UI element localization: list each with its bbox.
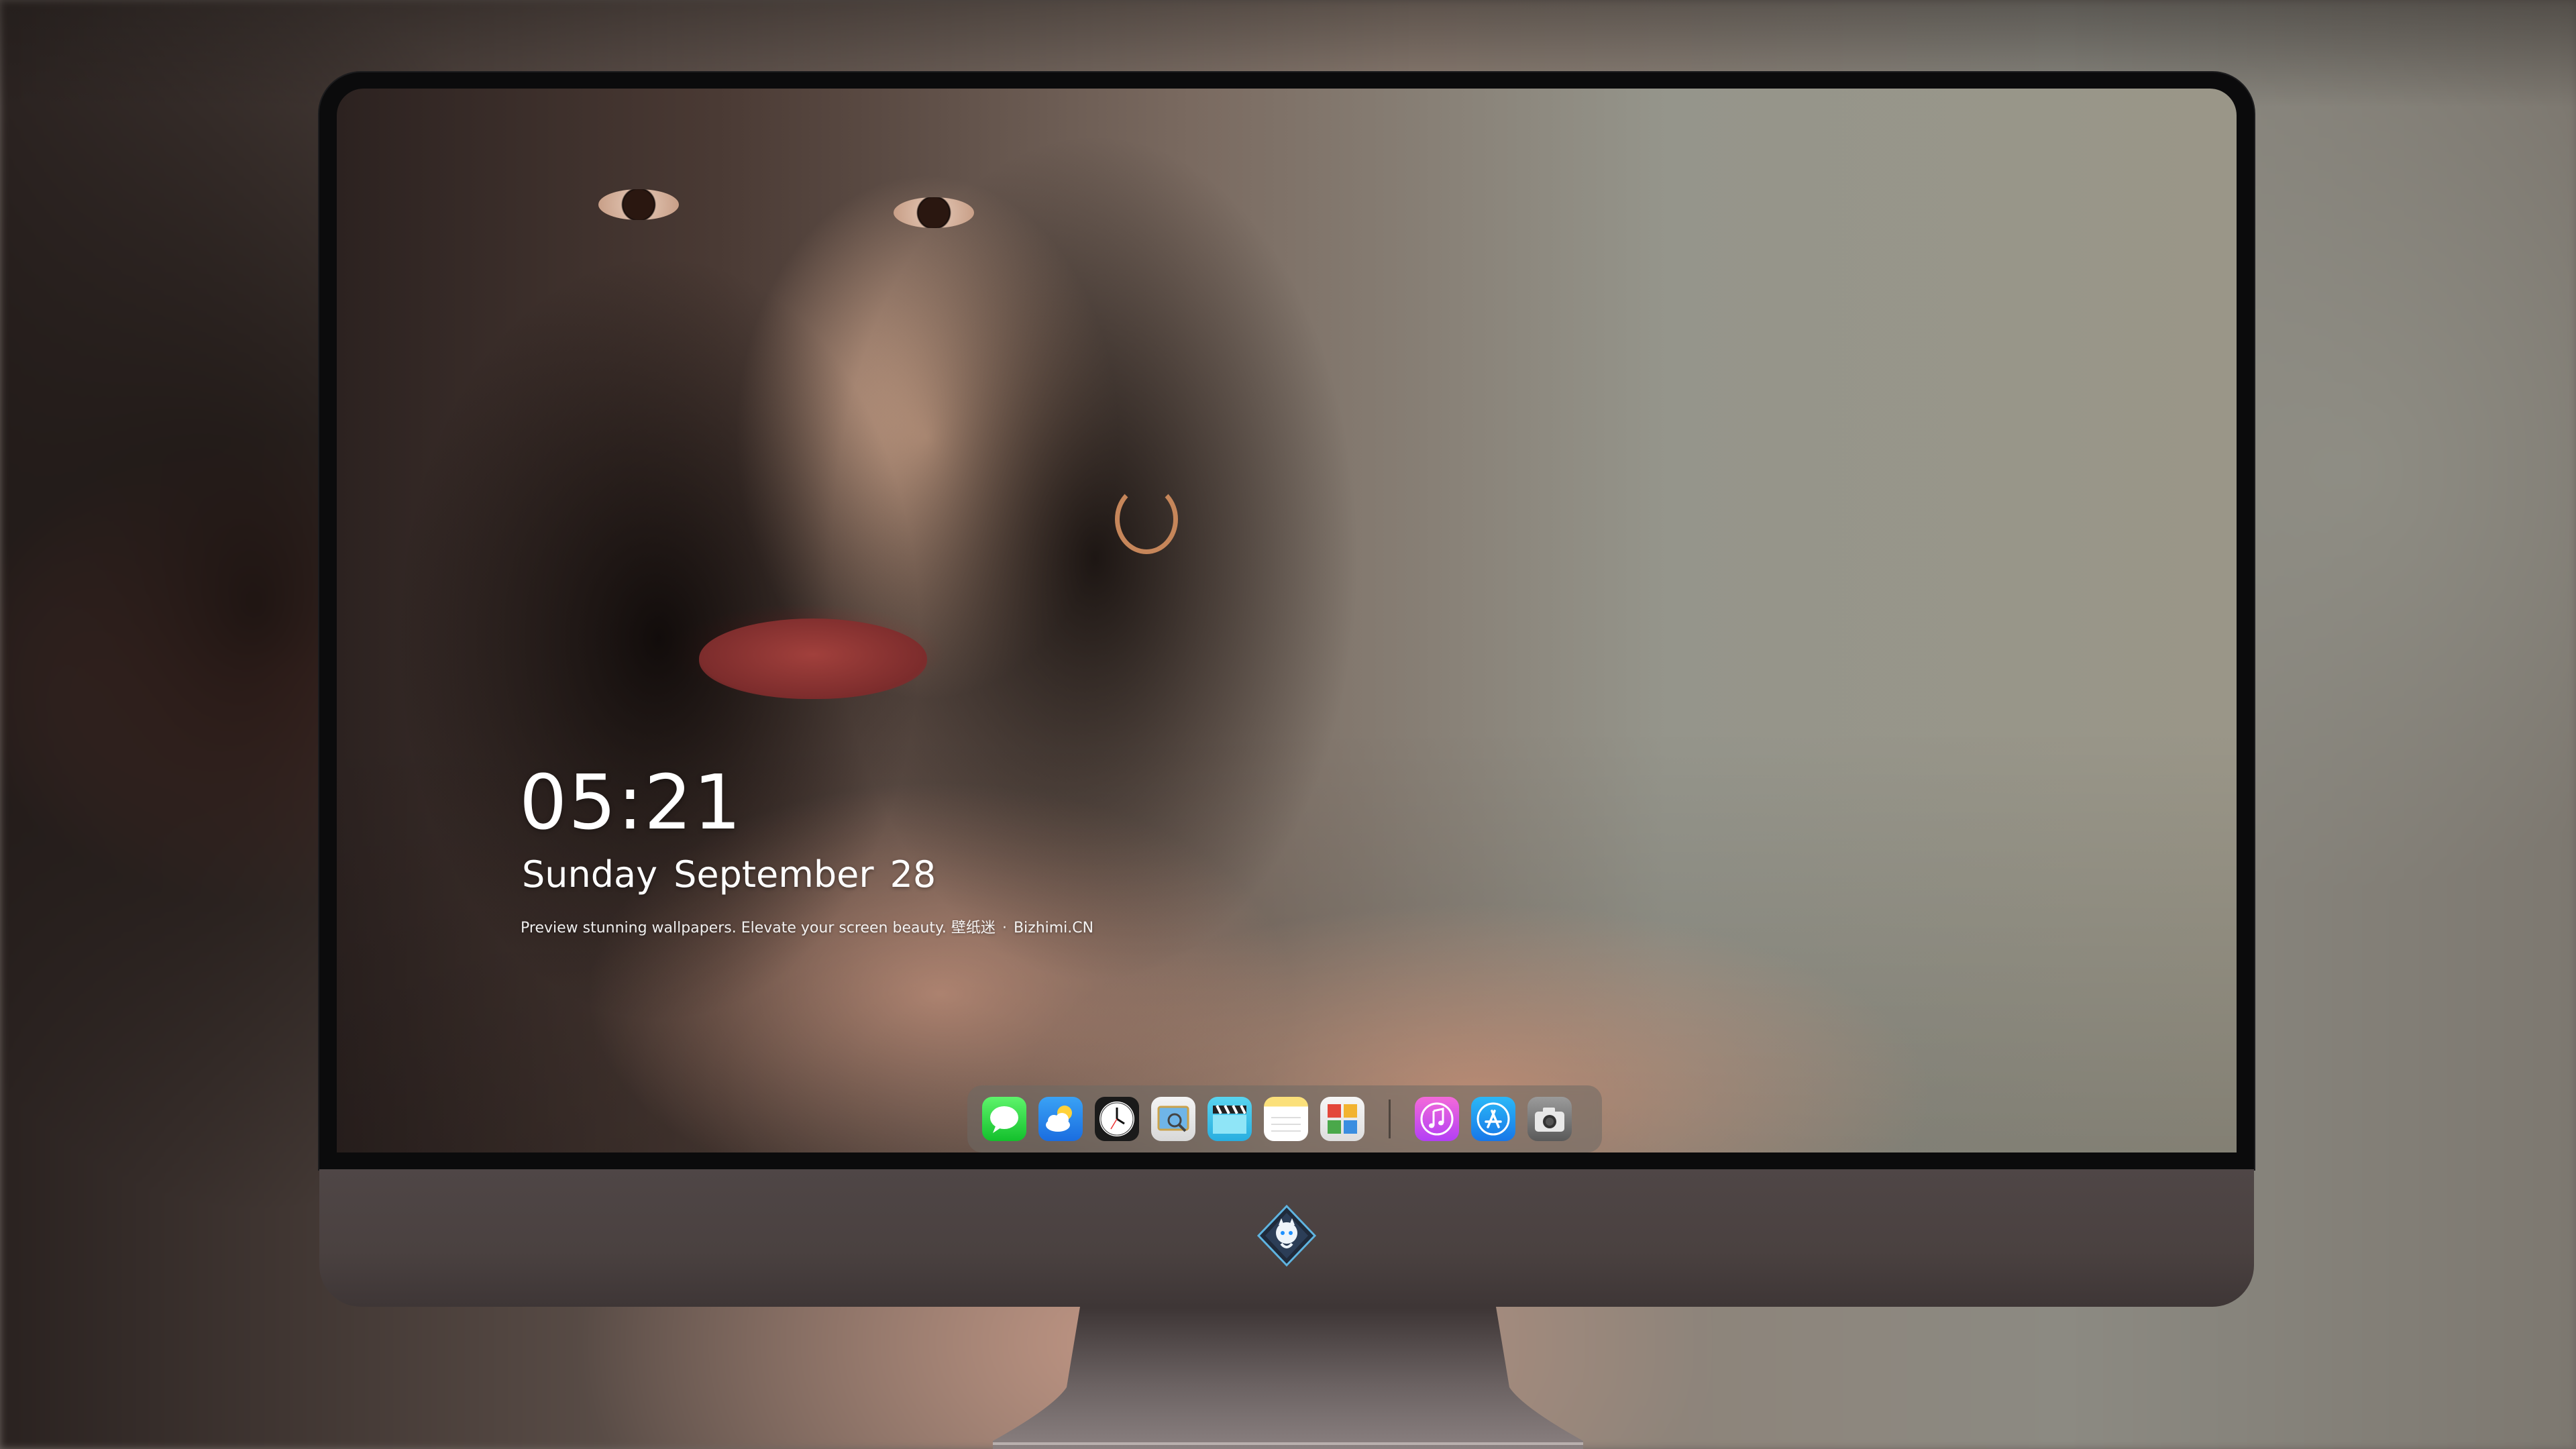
date-day: 28 (890, 853, 936, 896)
dock (967, 1085, 1602, 1152)
date-weekday: Sunday (522, 853, 658, 896)
tagline-brand-cn: 壁纸迷 (951, 920, 996, 936)
lock-clock: 05:21 (519, 759, 743, 847)
notes-icon[interactable] (1264, 1097, 1308, 1141)
tagline-text: Preview stunning wallpapers. Elevate you… (521, 920, 947, 936)
weather-icon[interactable] (1038, 1097, 1083, 1141)
clock-icon[interactable] (1095, 1097, 1139, 1141)
photo-booth-icon[interactable] (1320, 1097, 1364, 1141)
tagline-separator: · (1002, 920, 1007, 936)
lock-date: Sunday September 28 (522, 853, 936, 896)
monitor-chin (319, 1169, 2254, 1307)
camera-icon[interactable] (1527, 1097, 1572, 1141)
wallpaper-vignette (337, 89, 2237, 1152)
music-icon[interactable] (1415, 1097, 1459, 1141)
mascot-logo-icon (1256, 1204, 1317, 1267)
monitor-stand (993, 1307, 1583, 1449)
clips-icon[interactable] (1208, 1097, 1252, 1141)
app-store-icon[interactable] (1471, 1097, 1515, 1141)
monitor-bezel: 05:21 Sunday September 28 Preview stunni… (319, 72, 2254, 1169)
date-month: September (674, 853, 874, 896)
dock-separator (1389, 1099, 1391, 1138)
wallpaper-tagline: Preview stunning wallpapers. Elevate you… (521, 916, 1093, 937)
messages-icon[interactable] (982, 1097, 1026, 1141)
lock-screen: 05:21 Sunday September 28 Preview stunni… (337, 89, 2237, 1152)
monitor-mockup: 05:21 Sunday September 28 Preview stunni… (319, 72, 2254, 1307)
tagline-brand: Bizhimi.CN (1013, 920, 1094, 936)
preview-icon[interactable] (1151, 1097, 1195, 1141)
